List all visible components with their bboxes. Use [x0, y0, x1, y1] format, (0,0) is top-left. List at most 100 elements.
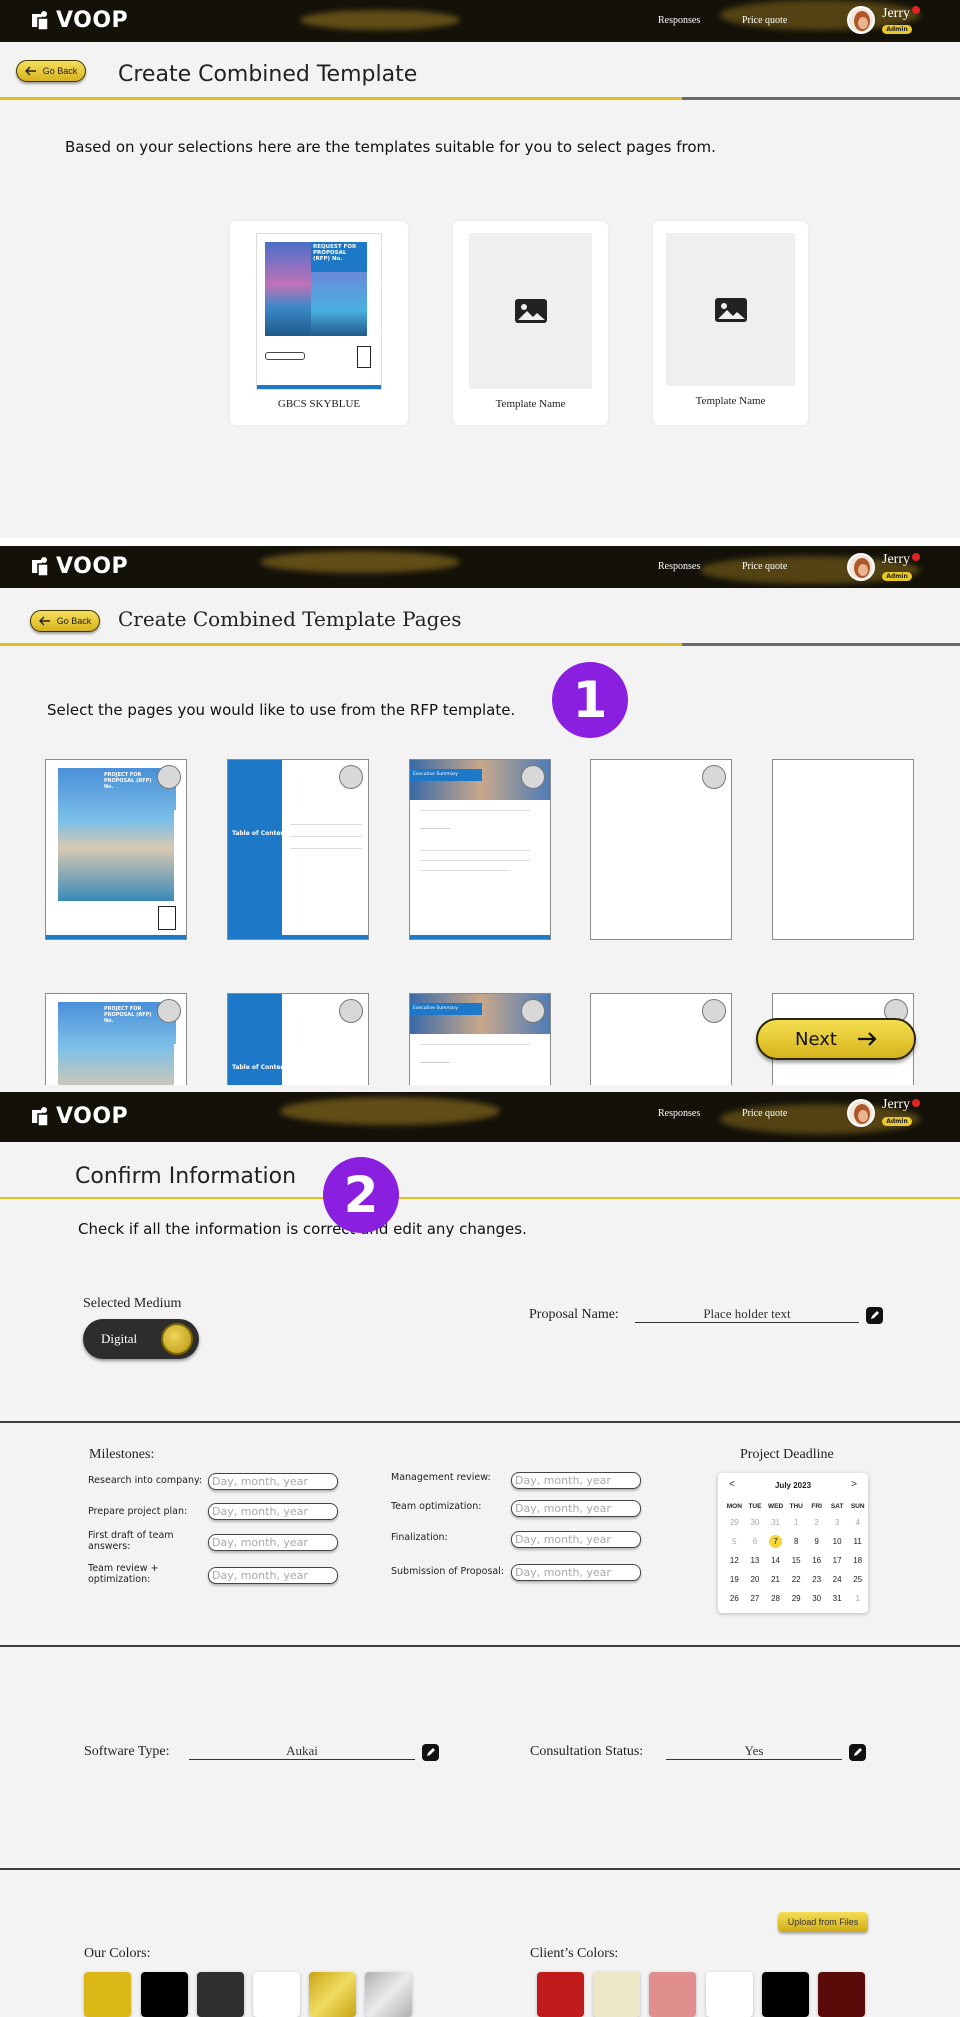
color-swatch[interactable] [197, 1972, 244, 2017]
color-swatch[interactable] [309, 1972, 356, 2017]
calendar-day[interactable]: 24 [827, 1570, 848, 1589]
notification-badge[interactable] [912, 6, 920, 14]
color-swatch[interactable] [537, 1972, 584, 2017]
page-select-checkbox[interactable] [702, 999, 726, 1023]
page-thumbnail-cover[interactable]: PROJECT FOR PROPOSAL (RFP) No. [45, 759, 187, 940]
calendar-day[interactable]: 2 [806, 1513, 826, 1532]
calendar-day[interactable]: 15 [786, 1551, 807, 1570]
calendar-day[interactable]: 1 [786, 1513, 807, 1532]
page-select-checkbox[interactable] [521, 999, 545, 1023]
nav-price-quote[interactable]: Price quote [742, 561, 787, 572]
template-card[interactable]: Template Name [453, 221, 608, 425]
calendar-day[interactable]: 8 [786, 1532, 807, 1551]
color-swatch[interactable] [84, 1972, 131, 2017]
milestone-date-input[interactable]: Day, month, year [511, 1500, 641, 1517]
deadline-calendar[interactable]: < July 2023 > MON TUE WED THU FRI SAT SU… [718, 1473, 868, 1613]
milestone-date-input[interactable]: Day, month, year [208, 1534, 338, 1551]
edit-consultation-status-button[interactable] [849, 1744, 866, 1761]
calendar-day[interactable]: 26 [724, 1589, 745, 1608]
color-swatch[interactable] [818, 1972, 865, 2017]
calendar-day[interactable]: 30 [806, 1589, 826, 1608]
milestone-date-input[interactable]: Day, month, year [511, 1472, 641, 1489]
page-thumbnail-blank[interactable] [590, 759, 732, 940]
next-button[interactable]: Next [756, 1018, 916, 1060]
milestone-date-input[interactable]: Day, month, year [208, 1473, 338, 1490]
page-thumbnail-executive-summary[interactable]: Executive Summary [409, 759, 551, 940]
calendar-day[interactable]: 1 [847, 1589, 868, 1608]
calendar-day[interactable]: 5 [724, 1532, 745, 1551]
page-select-checkbox[interactable] [339, 765, 363, 789]
avatar[interactable] [847, 6, 875, 34]
calendar-day-selected[interactable]: 7 [765, 1532, 786, 1551]
nav-price-quote[interactable]: Price quote [742, 15, 787, 26]
voop-logo[interactable]: VOOP [30, 8, 128, 33]
page-select-checkbox[interactable] [339, 999, 363, 1023]
edit-proposal-name-button[interactable] [866, 1307, 883, 1324]
calendar-day[interactable]: 31 [827, 1589, 848, 1608]
calendar-day[interactable]: 27 [745, 1589, 766, 1608]
medium-toggle[interactable]: Digital [83, 1319, 199, 1359]
calendar-day[interactable]: 31 [765, 1513, 786, 1532]
page-select-checkbox[interactable] [521, 765, 545, 789]
template-card[interactable]: Template Name [653, 221, 808, 425]
milestone-date-input[interactable]: Day, month, year [208, 1567, 338, 1584]
calendar-day[interactable]: 3 [827, 1513, 848, 1532]
milestone-date-input[interactable]: Day, month, year [511, 1564, 641, 1581]
calendar-day[interactable]: 12 [724, 1551, 745, 1570]
calendar-day[interactable]: 30 [745, 1513, 766, 1532]
page-thumbnail-executive-summary[interactable]: Executive Summary [409, 993, 551, 1085]
calendar-next-button[interactable]: > [851, 1479, 857, 1490]
go-back-button[interactable]: Go Back [30, 610, 100, 632]
calendar-day[interactable]: 11 [847, 1532, 868, 1551]
calendar-day[interactable]: 20 [745, 1570, 766, 1589]
upload-from-files-button[interactable]: Upload from Files [778, 1912, 868, 1932]
calendar-day[interactable]: 22 [786, 1570, 807, 1589]
color-swatch[interactable] [649, 1972, 696, 2017]
color-swatch[interactable] [365, 1972, 412, 2017]
calendar-day[interactable]: 16 [806, 1551, 826, 1570]
page-select-checkbox[interactable] [157, 999, 181, 1023]
color-swatch[interactable] [253, 1972, 300, 2017]
voop-logo[interactable]: VOOP [30, 554, 128, 579]
nav-responses[interactable]: Responses [658, 15, 700, 26]
go-back-button[interactable]: Go Back [16, 60, 86, 82]
calendar-day[interactable]: 18 [847, 1551, 868, 1570]
calendar-day[interactable]: 25 [847, 1570, 868, 1589]
calendar-day[interactable]: 4 [847, 1513, 868, 1532]
calendar-day[interactable]: 28 [765, 1589, 786, 1608]
calendar-day[interactable]: 17 [827, 1551, 848, 1570]
edit-software-type-button[interactable] [422, 1744, 439, 1761]
calendar-day[interactable]: 9 [806, 1532, 826, 1551]
color-swatch[interactable] [593, 1972, 640, 2017]
page-thumbnail-blank[interactable] [772, 759, 914, 940]
page-thumbnail-blank[interactable] [590, 993, 732, 1085]
calendar-day[interactable]: 23 [806, 1570, 826, 1589]
template-card[interactable]: REQUEST FOR PROPOSAL (RFP) No. GBCS SKYB… [230, 221, 408, 425]
calendar-day[interactable]: 21 [765, 1570, 786, 1589]
color-swatch[interactable] [762, 1972, 809, 2017]
nav-price-quote[interactable]: Price quote [742, 1108, 787, 1119]
page-select-checkbox[interactable] [157, 765, 181, 789]
calendar-day[interactable]: 29 [786, 1589, 807, 1608]
notification-badge[interactable] [912, 553, 920, 561]
page-thumbnail-toc[interactable]: Table of Contents [227, 993, 369, 1085]
calendar-day[interactable]: 14 [765, 1551, 786, 1570]
color-swatch[interactable] [141, 1972, 188, 2017]
page-thumbnail-toc[interactable]: Table of Contents [227, 759, 369, 940]
avatar[interactable] [847, 1099, 875, 1127]
calendar-day[interactable]: 29 [724, 1513, 745, 1532]
calendar-day[interactable]: 6 [745, 1532, 766, 1551]
page-select-checkbox[interactable] [702, 765, 726, 789]
milestone-date-input[interactable]: Day, month, year [511, 1531, 641, 1548]
page-thumbnail-cover[interactable]: PROJECT FOR PROPOSAL (RFP) No. [45, 993, 187, 1085]
calendar-day[interactable]: 19 [724, 1570, 745, 1589]
color-swatch[interactable] [706, 1972, 753, 2017]
calendar-day[interactable]: 10 [827, 1532, 848, 1551]
notification-badge[interactable] [912, 1099, 920, 1107]
nav-responses[interactable]: Responses [658, 1108, 700, 1119]
milestone-date-input[interactable]: Day, month, year [208, 1503, 338, 1520]
calendar-day[interactable]: 13 [745, 1551, 766, 1570]
nav-responses[interactable]: Responses [658, 561, 700, 572]
voop-logo[interactable]: VOOP [30, 1104, 128, 1129]
avatar[interactable] [847, 553, 875, 581]
